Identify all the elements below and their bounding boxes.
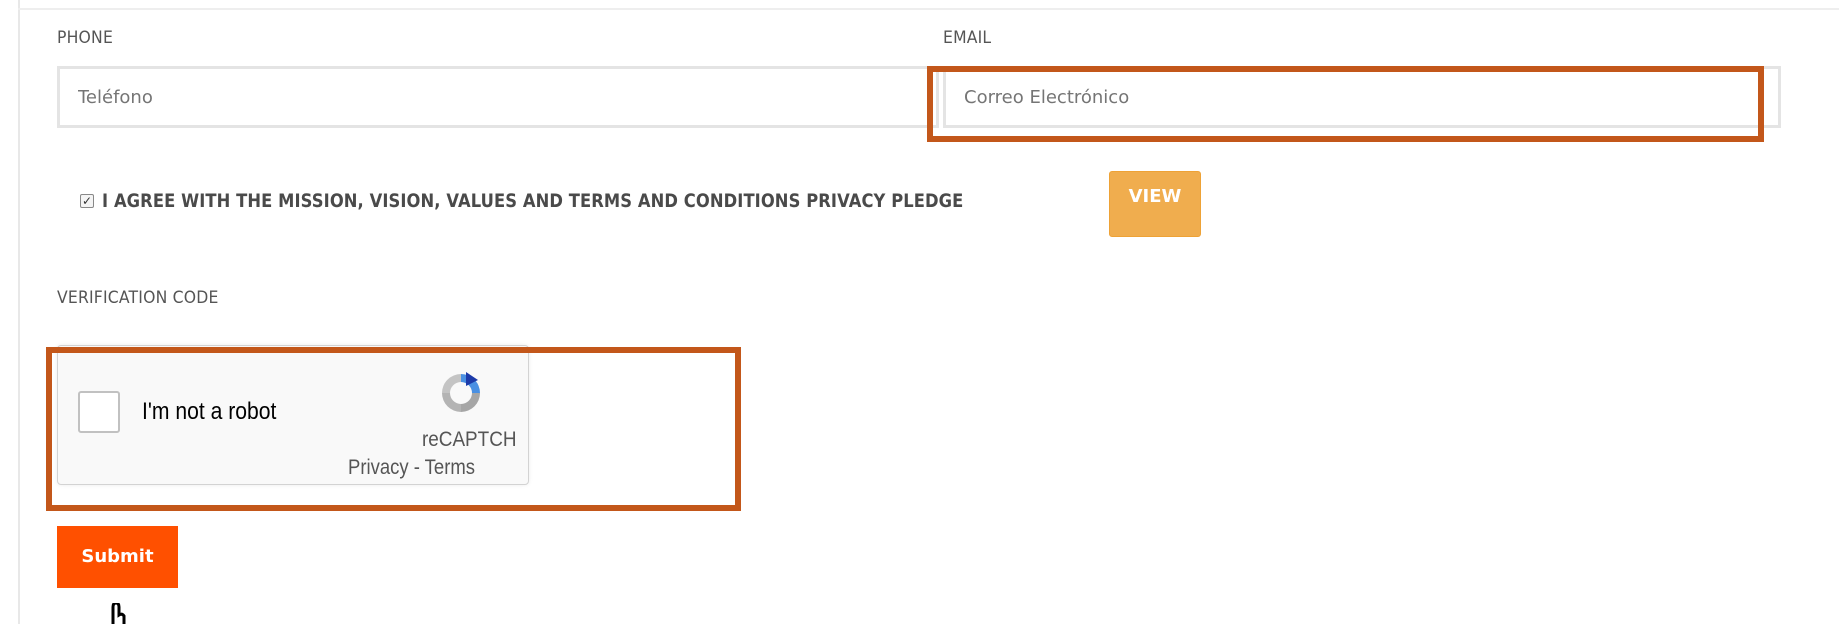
container-top-border [18, 8, 1839, 10]
agreement-row: ✓ I AGREE WITH THE MISSION, VISION, VALU… [80, 186, 1104, 216]
form-page: PHONE EMAIL ✓ I AGREE WITH THE MISSION, … [0, 0, 1839, 624]
container-left-border [18, 0, 20, 624]
hand-pointer-icon [111, 603, 126, 624]
captcha-highlight-box [46, 347, 741, 511]
agreement-text: I AGREE WITH THE MISSION, VISION, VALUES… [102, 190, 964, 212]
email-label: EMAIL [943, 28, 992, 48]
submit-button[interactable]: Submit [57, 526, 178, 588]
phone-input[interactable] [57, 66, 939, 128]
phone-label: PHONE [57, 28, 114, 48]
view-button[interactable]: VIEW [1109, 171, 1201, 237]
checkbox-checked-icon[interactable]: ✓ [80, 194, 94, 208]
email-highlight-box [927, 66, 1764, 142]
verification-label: VERIFICATION CODE [57, 288, 219, 308]
